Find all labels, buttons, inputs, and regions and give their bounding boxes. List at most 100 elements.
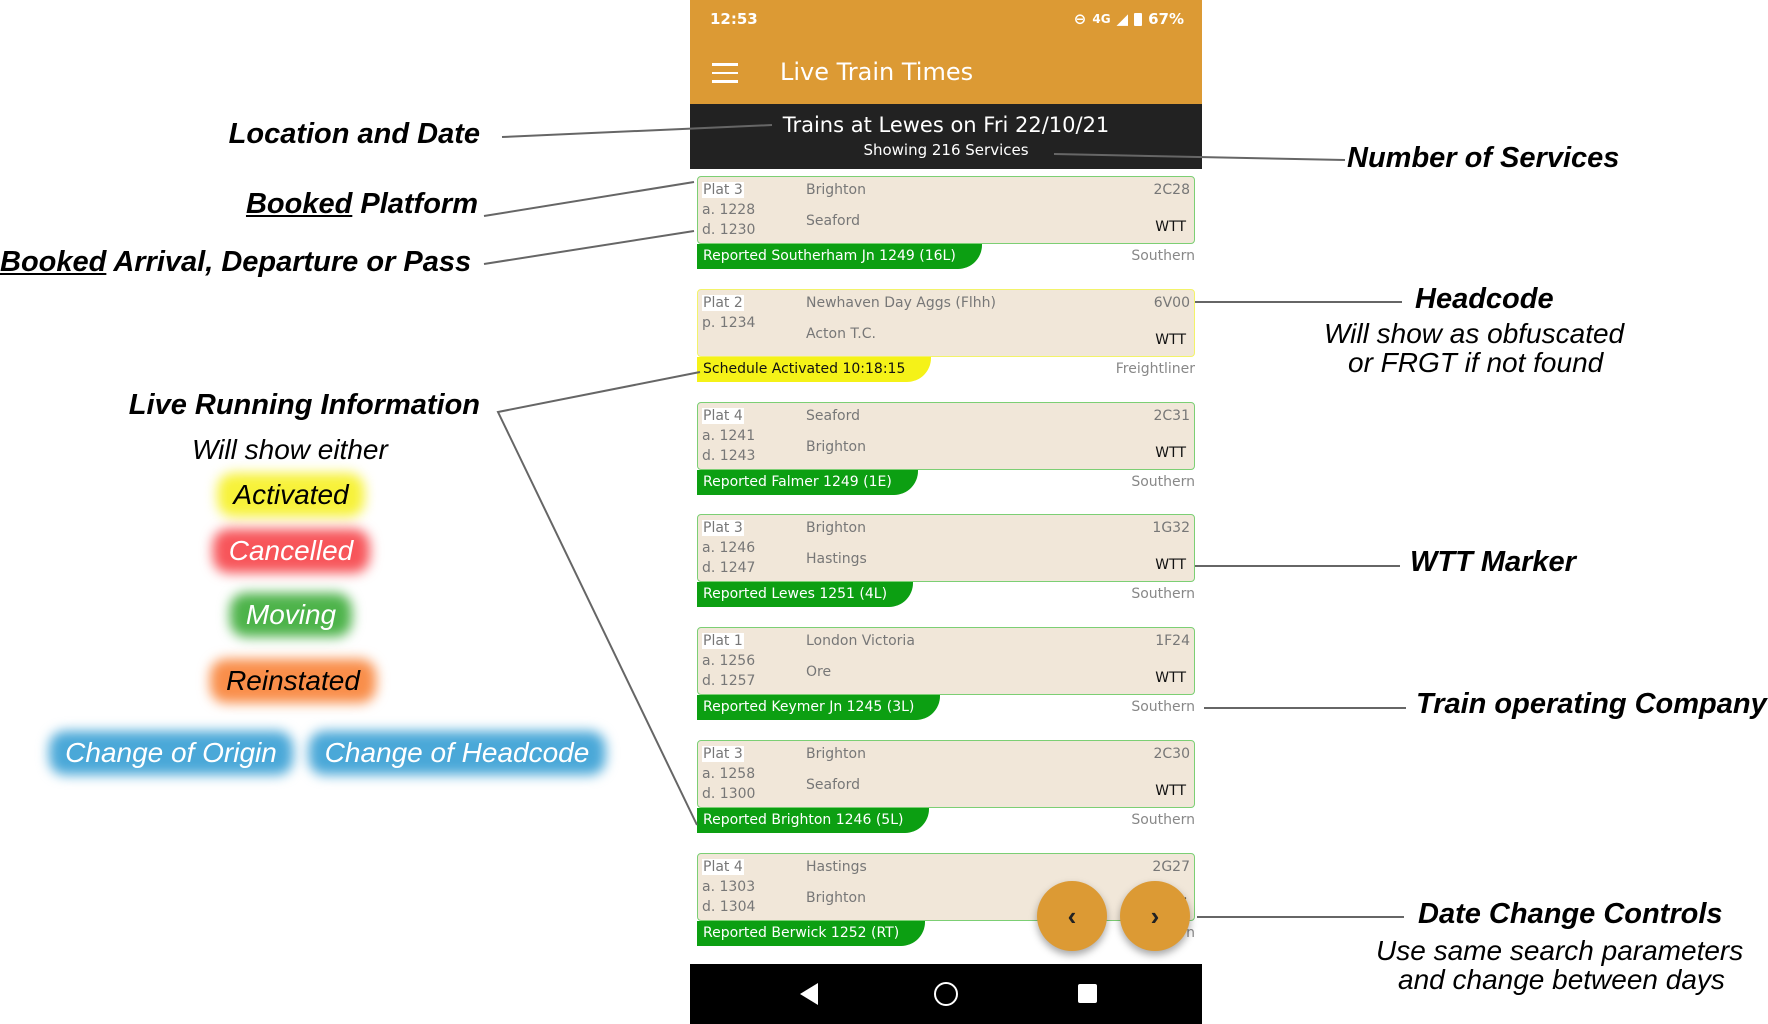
headcode: 2G27 <box>1152 858 1190 875</box>
legend-label: Activated <box>233 479 349 510</box>
booked-platform: Plat 4 <box>702 407 744 424</box>
service-card[interactable]: Plat 1 a. 1256 d. 1257 London Victoria O… <box>697 627 1195 723</box>
service-card[interactable]: Plat 4 a. 1241 d. 1243 Seaford Brighton … <box>697 401 1195 498</box>
legend-label: Cancelled <box>228 535 354 566</box>
booked-time: a. 1258 <box>702 766 756 782</box>
status-legend-activated: Activated <box>217 473 365 517</box>
booked-platform: Plat 2 <box>702 294 744 311</box>
headcode: 1G32 <box>1152 520 1190 537</box>
underlined-word: Booked <box>245 188 353 220</box>
booked-platform: Plat 4 <box>702 858 744 875</box>
annotation-headcode-sub: or FRGT if not found <box>1348 347 1604 378</box>
booked-time: d. 1230 <box>702 222 756 238</box>
status-legend-reinstated: Reinstated <box>210 659 376 703</box>
headcode: 1F24 <box>1155 633 1190 650</box>
legend-label: Moving <box>245 599 337 630</box>
dnd-icon: ⊖ <box>1073 10 1087 28</box>
operating-company: Southern <box>1131 473 1195 490</box>
battery-level: 67% <box>1148 10 1184 28</box>
annotation-date-sub: Use same search parameters <box>1376 935 1744 966</box>
operating-company: Freightliner <box>1115 360 1195 377</box>
service-details: Plat 3 a. 1258 d. 1300 Brighton Seaford … <box>697 740 1195 808</box>
status-legend-change-of-headcode: Change of Headcode <box>308 731 606 775</box>
destination: Ore <box>806 664 832 681</box>
wtt-marker: WTT <box>1155 219 1186 235</box>
annotation-booked-platform: Booked Platform <box>246 188 478 221</box>
hamburger-menu-icon[interactable] <box>712 63 738 83</box>
headcode: 2C28 <box>1153 182 1191 198</box>
annotation-text: Arrival, Departure or Pass <box>106 246 472 278</box>
annotation-headcode-sub: Will show as obfuscated <box>1324 318 1625 349</box>
legend-label: Change of Origin <box>65 737 277 768</box>
booked-time: d. 1300 <box>702 786 756 802</box>
booked-time: d. 1243 <box>702 447 756 464</box>
live-status-badge: Reported Keymer Jn 1245 (3L) <box>697 695 941 721</box>
booked-time: d. 1247 <box>702 560 756 577</box>
annotation-date-sub: and change between days <box>1398 964 1725 995</box>
status-legend-cancelled: Cancelled <box>212 529 370 573</box>
destination: Seaford <box>806 213 860 229</box>
booked-platform: Plat 3 <box>702 746 744 762</box>
battery-icon <box>1134 12 1143 26</box>
live-status-badge: Schedule Activated 10:18:15 <box>697 356 932 382</box>
results-header: Trains at Lewes on Fri 22/10/21 Showing … <box>690 104 1202 169</box>
operating-company: Southern <box>1131 812 1195 828</box>
service-card[interactable]: Plat 4 a. 1303 d. 1304 Hastings Brighton… <box>697 852 1195 949</box>
booked-time: a. 1241 <box>702 427 756 444</box>
annotation-will-show: Will show either <box>192 434 388 465</box>
live-status-badge: Reported Brighton 1246 (5L) <box>697 808 930 833</box>
booked-platform: Plat 1 <box>702 633 744 650</box>
annotation-text: Platform <box>352 188 478 220</box>
annotation-date-controls: Date Change Controls <box>1418 898 1723 930</box>
operating-company: Southern <box>1131 699 1195 716</box>
location-date: Trains at Lewes on Fri 22/10/21 <box>782 113 1110 137</box>
recents-icon[interactable] <box>1078 984 1097 1003</box>
booked-time: d. 1257 <box>702 673 756 690</box>
signal-icon: ◢ <box>1116 10 1129 28</box>
operating-company: Southern <box>1131 248 1195 264</box>
chevron-left-icon: ‹ <box>1067 900 1077 931</box>
annotation-location-date: Location and Date <box>228 118 480 150</box>
destination: Brighton <box>806 438 866 455</box>
annotation-toc: Train operating Company <box>1416 688 1767 720</box>
booked-time: a. 1256 <box>702 653 756 670</box>
status-time: 12:53 <box>710 10 758 28</box>
previous-day-button[interactable]: ‹ <box>1037 881 1107 951</box>
live-status-badge: Reported Falmer 1249 (1E) <box>697 469 918 495</box>
booked-platform: Plat 3 <box>702 182 744 198</box>
origin: Newhaven Day Aggs (Flhh) <box>806 294 997 311</box>
annotation-booked-times: Booked Arrival, Departure or Pass <box>0 246 471 279</box>
booked-time: p. 1234 <box>702 314 756 331</box>
booked-time: a. 1228 <box>702 202 756 218</box>
service-card[interactable]: Plat 3 a. 1258 d. 1300 Brighton Seaford … <box>697 740 1195 836</box>
destination: Brighton <box>806 889 866 906</box>
service-details: Plat 4 a. 1241 d. 1243 Seaford Brighton … <box>697 401 1195 470</box>
annotation-headcode: Headcode <box>1415 283 1554 315</box>
wtt-marker: WTT <box>1155 557 1186 574</box>
wtt-marker: WTT <box>1155 331 1186 348</box>
back-icon[interactable] <box>800 983 818 1005</box>
booked-time: a. 1246 <box>702 540 756 557</box>
service-card[interactable]: Plat 3 a. 1228 d. 1230 Brighton Seaford … <box>697 176 1195 272</box>
service-card[interactable]: Plat 3 a. 1246 d. 1247 Brighton Hastings… <box>697 514 1195 610</box>
service-card[interactable]: Plat 2 p. 1234 Newhaven Day Aggs (Flhh) … <box>697 288 1195 385</box>
chevron-right-icon: › <box>1150 900 1160 931</box>
booked-time: d. 1304 <box>702 898 756 915</box>
next-day-button[interactable]: › <box>1120 881 1190 951</box>
status-legend-moving: Moving <box>229 593 353 637</box>
legend-label: Reinstated <box>226 665 360 696</box>
live-status-badge: Reported Southerham Jn 1249 (16L) <box>697 244 982 269</box>
live-status-badge: Reported Lewes 1251 (4L) <box>697 582 914 608</box>
headcode: 2C31 <box>1153 407 1191 424</box>
service-details: Plat 2 p. 1234 Newhaven Day Aggs (Flhh) … <box>697 288 1195 357</box>
booked-platform: Plat 3 <box>702 520 744 537</box>
annotation-live-running: Live Running Information <box>128 389 480 421</box>
service-details: Plat 3 a. 1228 d. 1230 Brighton Seaford … <box>697 176 1195 244</box>
origin: Seaford <box>806 407 860 424</box>
underlined-word: Booked <box>0 246 107 278</box>
wtt-marker: WTT <box>1155 444 1186 461</box>
destination: Seaford <box>806 777 860 793</box>
origin: Brighton <box>806 520 866 537</box>
service-details: Plat 3 a. 1246 d. 1247 Brighton Hastings… <box>697 514 1195 583</box>
home-icon[interactable] <box>934 982 958 1006</box>
